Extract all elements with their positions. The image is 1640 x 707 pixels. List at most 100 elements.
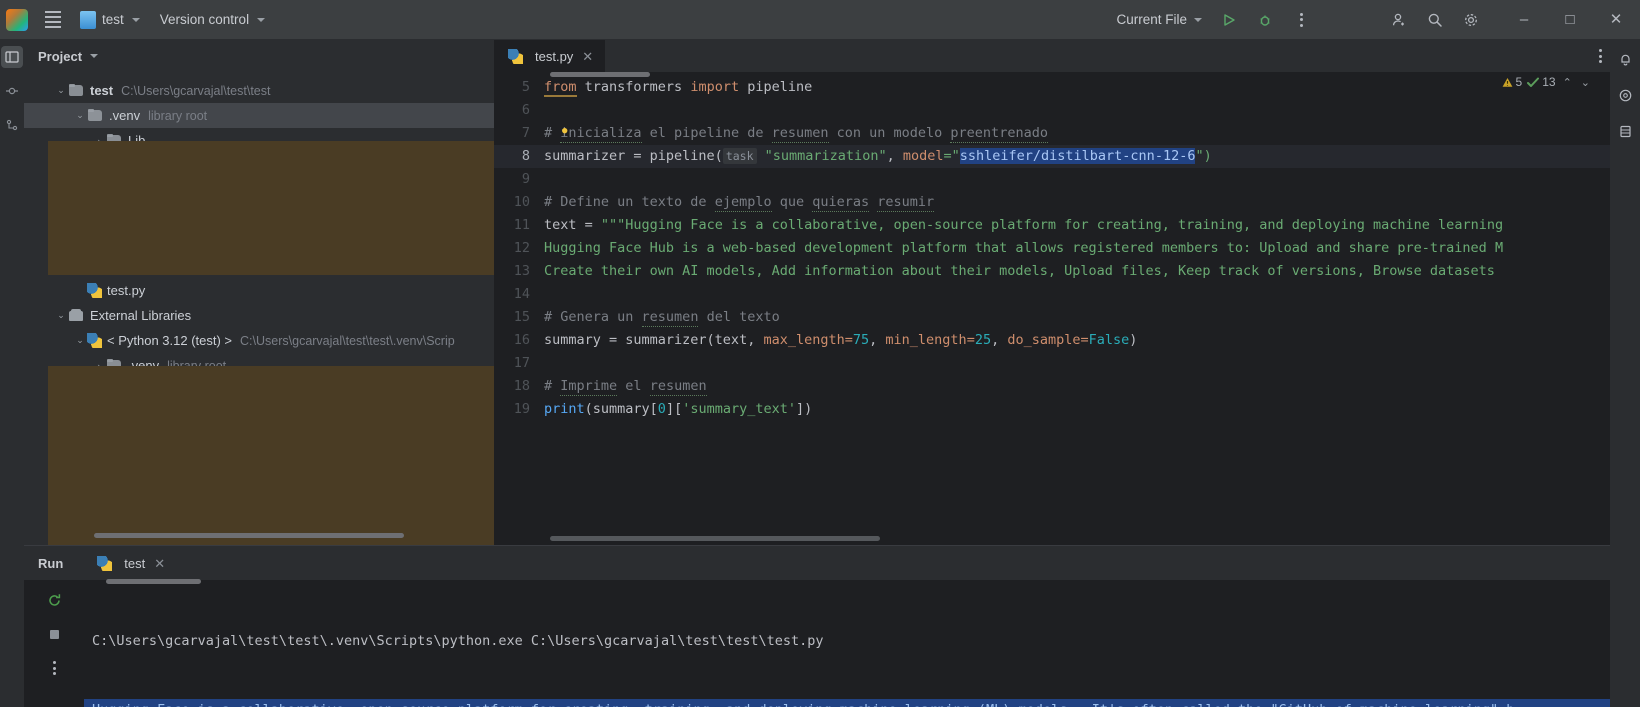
tree-item-binary-skeletons[interactable]: › Binary Skeletons [24,378,494,403]
tree-item-asyncio[interactable]: ›asyncio [24,503,494,528]
tree-item-dlls[interactable]: ›DLLs [24,403,494,428]
version-control-menu[interactable]: Version control [150,8,275,31]
code-line-10[interactable]: 10# Define un texto de ejemplo que quier… [494,191,1610,214]
chevron-right-icon[interactable]: › [92,186,106,196]
chevron-right-icon[interactable]: › [92,386,106,396]
code-line-6[interactable]: 6 [494,99,1610,122]
tree-item-library[interactable]: ›Library [24,153,494,178]
editor-scrollbar-top[interactable] [550,72,650,77]
editor-tab-test-py[interactable]: test.py ✕ [494,40,605,72]
run-console[interactable]: C:\Users\gcarvajal\test\test\.venv\Scrip… [84,584,1610,707]
tree-item-lib[interactable]: ⌄Lib [24,453,494,478]
tree-item-venv[interactable]: ⌄.venvlibrary root [24,103,494,128]
chevron-right-icon[interactable]: › [92,361,106,371]
account-button[interactable] [1382,5,1416,35]
inspection-prev-icon[interactable]: ⌃ [1561,76,1574,89]
chevron-down-icon[interactable]: ⌄ [92,460,106,471]
rerun-button[interactable] [42,588,66,612]
code-line-9[interactable]: 9 [494,168,1610,191]
stop-square-icon [48,628,61,641]
tree-item-phello[interactable]: ›__phello__ [24,478,494,503]
tree-item-scripts[interactable]: ›Scripts [24,178,494,203]
code-token: transformers [577,79,691,95]
chevron-right-icon[interactable]: › [92,136,106,146]
folder-icon [87,109,104,123]
spellcheck-typo: resumen [650,378,707,396]
code-line-15[interactable]: 15# Genera un resumen del texto [494,306,1610,329]
code-line-14[interactable]: 14 [494,283,1610,306]
project-icon [80,11,96,29]
tool-button-commit[interactable] [1,80,23,102]
chevron-down-icon[interactable]: ⌄ [73,110,87,121]
code-token: el pipeline de [642,125,772,141]
project-tree[interactable]: ⌄testC:\Users\gcarvajal\test\test⌄.venvl… [24,72,494,545]
close-icon[interactable]: ✕ [580,50,595,63]
tool-button-ai-assistant[interactable] [1614,84,1636,106]
tree-item-pyvenv-cfg[interactable]: ›pyvenv.cfg [24,253,494,278]
minimize-button[interactable]: – [1502,0,1546,40]
code-line-13[interactable]: 13Create their own AI models, Add inform… [494,260,1610,283]
code-editor[interactable]: 5 13 ⌃ ⌄ 5from transformers import pipel… [494,72,1610,545]
chevron-right-icon[interactable]: › [111,511,125,521]
code-line-16[interactable]: 16summary = summarizer(text, max_length=… [494,329,1610,352]
tool-button-structure[interactable] [1,114,23,136]
tree-item-extended-definitions[interactable]: ›Extended Definitions [24,428,494,453]
chevron-down-icon[interactable]: ⌄ [54,85,68,96]
tree-item-share[interactable]: ›share [24,203,494,228]
inspection-next-icon[interactable]: ⌄ [1579,76,1592,89]
close-icon[interactable]: ✕ [152,557,167,570]
tool-button-project[interactable] [1,46,23,68]
tree-item-label: Lib [128,133,145,148]
project-selector[interactable]: test [72,7,148,33]
code-line-7[interactable]: 7# ●inicializa el pipeline de resumen co… [494,122,1610,145]
folder-icon [68,84,85,98]
maximize-button[interactable]: □ [1548,0,1592,40]
search-button[interactable] [1418,5,1452,35]
tree-item-test[interactable]: ⌄testC:\Users\gcarvajal\test\test [24,78,494,103]
inspection-ok[interactable]: 13 [1527,75,1555,89]
chevron-down-icon[interactable]: ⌄ [54,310,68,321]
project-panel-header[interactable]: Project [24,40,494,72]
tree-item-label: pyvenv.cfg [128,258,189,273]
code-line-11[interactable]: 11text = """Hugging Face is a collaborat… [494,214,1610,237]
run-button[interactable] [1212,5,1246,35]
tree-item-label: Binary Skeletons [128,383,226,398]
tree-item-test-py[interactable]: ›test.py [24,278,494,303]
settings-button[interactable] [1454,5,1488,35]
version-control-label: Version control [160,12,249,27]
code-line-5[interactable]: 5from transformers import pipeline [494,76,1610,99]
run-more-button[interactable] [42,656,66,680]
chevron-right-icon[interactable]: › [92,211,106,221]
run-more-options-button[interactable] [1284,5,1318,35]
inspection-warnings[interactable]: 5 [1502,75,1523,89]
run-configuration-selector[interactable]: Current File [1108,8,1210,31]
intention-bulb-icon[interactable]: ● [562,120,567,143]
chevron-right-icon[interactable]: › [92,436,106,446]
editor-scrollbar-bottom[interactable] [550,536,880,541]
tree-item-external-libraries[interactable]: ⌄External Libraries [24,303,494,328]
editor-tab-options[interactable] [1599,40,1602,72]
minimize-icon: – [1520,12,1528,27]
code-token: min_length [885,332,966,348]
code-line-18[interactable]: 18# Imprime el resumen [494,375,1610,398]
tree-item-lib[interactable]: › Lib [24,128,494,153]
chevron-right-icon[interactable]: › [92,411,106,421]
tree-item-gitignore[interactable]: ›.gitignore [24,228,494,253]
debug-button[interactable] [1248,5,1282,35]
tool-button-notifications[interactable] [1614,48,1636,70]
code-line-19[interactable]: 19print(summary[0]['summary_text']) [494,398,1610,421]
close-button[interactable]: ✕ [1594,0,1638,40]
tree-item-venv[interactable]: ›.venvlibrary root [24,353,494,378]
project-horizontal-scrollbar[interactable] [94,533,404,538]
stop-button[interactable] [42,622,66,646]
main-menu-icon[interactable] [36,6,70,34]
chevron-right-icon[interactable]: › [92,161,106,171]
code-line-12[interactable]: 12Hugging Face Hub is a web-based develo… [494,237,1610,260]
tool-button-database[interactable] [1614,120,1636,142]
tree-item-python-3-12-test[interactable]: ⌄< Python 3.12 (test) >C:\Users\gcarvaja… [24,328,494,353]
code-line-17[interactable]: 17 [494,352,1610,375]
chevron-right-icon[interactable]: › [111,486,125,496]
code-line-8[interactable]: 8summarizer = pipeline(task "summarizati… [494,145,1610,168]
run-tab-test[interactable]: test ✕ [89,553,175,574]
chevron-down-icon[interactable]: ⌄ [73,335,87,346]
